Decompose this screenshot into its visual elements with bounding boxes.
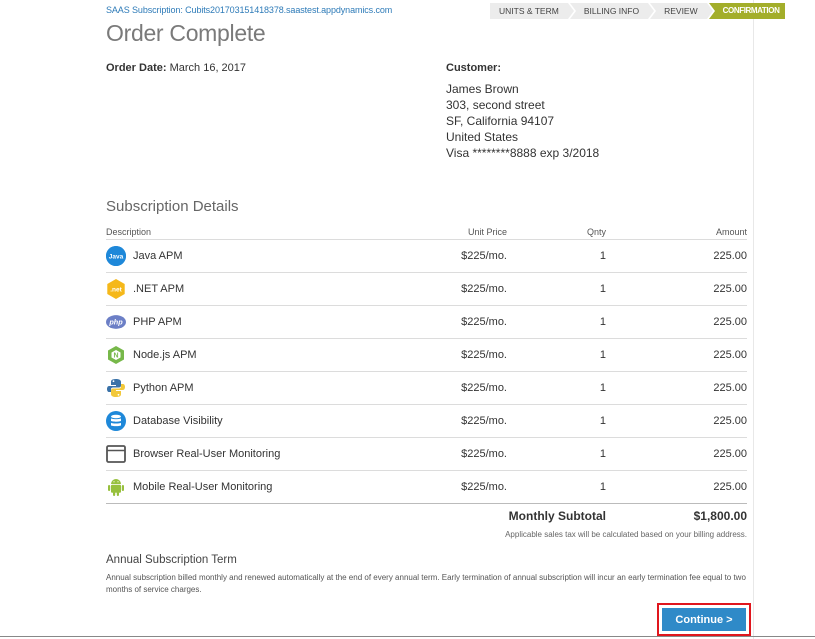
col-unit-price: Unit Price — [467, 226, 507, 237]
unit-price: $225/mo. — [461, 349, 507, 361]
amount: 225.00 — [713, 283, 747, 295]
order-date: Order Date: March 16, 2017 — [106, 62, 246, 74]
customer-info: Customer: James Brown 303, second street… — [446, 62, 599, 161]
database-icon — [106, 411, 126, 431]
page-divider — [753, 0, 754, 639]
col-description: Description — [106, 226, 152, 237]
col-amount: Amount — [715, 226, 747, 237]
python-icon — [106, 378, 126, 398]
amount: 225.00 — [713, 349, 747, 361]
product-name: Mobile Real-User Monitoring — [133, 481, 273, 493]
product-name: Browser Real-User Monitoring — [133, 448, 281, 460]
unit-price: $225/mo. — [461, 283, 507, 295]
order-complete-page: SAAS Subscription: Cubits201703151418378… — [0, 0, 815, 639]
php-icon: php — [106, 312, 126, 332]
continue-highlight: Continue > — [657, 603, 751, 636]
android-icon — [106, 477, 126, 497]
amount: 225.00 — [713, 448, 747, 460]
customer-payment: Visa ********8888 exp 3/2018 — [446, 146, 600, 160]
term-text: Annual subscription billed monthly and r… — [106, 573, 746, 594]
product-name: Python APM — [133, 382, 194, 394]
amount: 225.00 — [713, 250, 747, 262]
product-name: PHP APM — [133, 316, 182, 328]
amount: 225.00 — [713, 382, 747, 394]
monthly-subtotal: Monthly Subtotal $1,800.00 — [106, 509, 747, 523]
svg-text:php: php — [108, 318, 123, 327]
table-row: N Node.js APM $225/mo. 1 225.00 — [106, 339, 747, 372]
dotnet-icon: .net — [106, 279, 126, 299]
unit-price: $225/mo. — [461, 382, 507, 394]
subtotal-value: $1,800.00 — [693, 509, 747, 523]
java-icon: Java — [106, 246, 126, 266]
unit-price: $225/mo. — [461, 250, 507, 262]
svg-text:N: N — [113, 353, 118, 360]
subscription-link[interactable]: SAAS Subscription: Cubits201703151418378… — [106, 5, 392, 15]
product-name: Database Visibility — [133, 415, 223, 427]
table-row: .net .NET APM $225/mo. 1 225.00 — [106, 273, 747, 306]
customer-city: SF, California 94107 — [446, 114, 555, 128]
order-date-label: Order Date: — [106, 62, 167, 74]
subtotal-label: Monthly Subtotal — [508, 509, 606, 523]
product-name: Java APM — [133, 250, 183, 262]
step-billing-info: BILLING INFO — [569, 3, 657, 19]
product-name: .NET APM — [133, 283, 185, 295]
unit-price: $225/mo. — [461, 481, 507, 493]
svg-text:Java: Java — [109, 254, 124, 261]
quantity: 1 — [599, 448, 606, 460]
quantity: 1 — [599, 250, 606, 262]
page-title: Order Complete — [106, 20, 266, 46]
customer-name: James Brown — [446, 82, 519, 96]
col-quantity: Qnty — [586, 226, 606, 237]
table-row: Java Java APM $225/mo. 1 225.00 — [106, 240, 747, 273]
table-row: php PHP APM $225/mo. 1 225.00 — [106, 306, 747, 339]
customer-street: 303, second street — [446, 98, 545, 112]
unit-price: $225/mo. — [461, 316, 507, 328]
browser-icon — [106, 444, 126, 464]
unit-price: $225/mo. — [461, 415, 507, 427]
quantity: 1 — [599, 382, 606, 394]
table-row: Mobile Real-User Monitoring $225/mo. 1 2… — [106, 471, 747, 504]
checkout-steps: UNITS & TERM BILLING INFO REVIEW CONFIRM… — [490, 3, 787, 19]
quantity: 1 — [599, 283, 606, 295]
subscription-details-title: Subscription Details — [106, 198, 239, 215]
order-date-value: March 16, 2017 — [169, 62, 247, 74]
quantity: 1 — [599, 349, 606, 361]
quantity: 1 — [599, 316, 606, 328]
svg-text:.net: .net — [110, 287, 122, 294]
customer-label: Customer: — [446, 62, 502, 74]
table-row: Python APM $225/mo. 1 225.00 — [106, 372, 747, 405]
quantity: 1 — [599, 481, 606, 493]
table-header: Description Unit Price Qnty Amount — [106, 224, 747, 240]
step-review: REVIEW — [650, 3, 715, 19]
customer-country: United States — [446, 130, 519, 144]
term-title: Annual Subscription Term — [106, 554, 237, 566]
nodejs-icon: N — [106, 345, 126, 365]
quantity: 1 — [599, 415, 606, 427]
amount: 225.00 — [713, 316, 747, 328]
amount: 225.00 — [713, 415, 747, 427]
continue-button[interactable]: Continue > — [662, 608, 746, 631]
product-name: Node.js APM — [133, 349, 197, 361]
tax-note: Applicable sales tax will be calculated … — [505, 530, 747, 539]
subscription-table: Description Unit Price Qnty Amount Java … — [106, 224, 747, 504]
table-row: Database Visibility $225/mo. 1 225.00 — [106, 405, 747, 438]
unit-price: $225/mo. — [461, 448, 507, 460]
step-units-term: UNITS & TERM — [490, 3, 576, 19]
table-row: Browser Real-User Monitoring $225/mo. 1 … — [106, 438, 747, 471]
amount: 225.00 — [713, 481, 747, 493]
step-confirmation: CONFIRMATION — [708, 3, 786, 19]
bottom-divider — [0, 636, 815, 637]
